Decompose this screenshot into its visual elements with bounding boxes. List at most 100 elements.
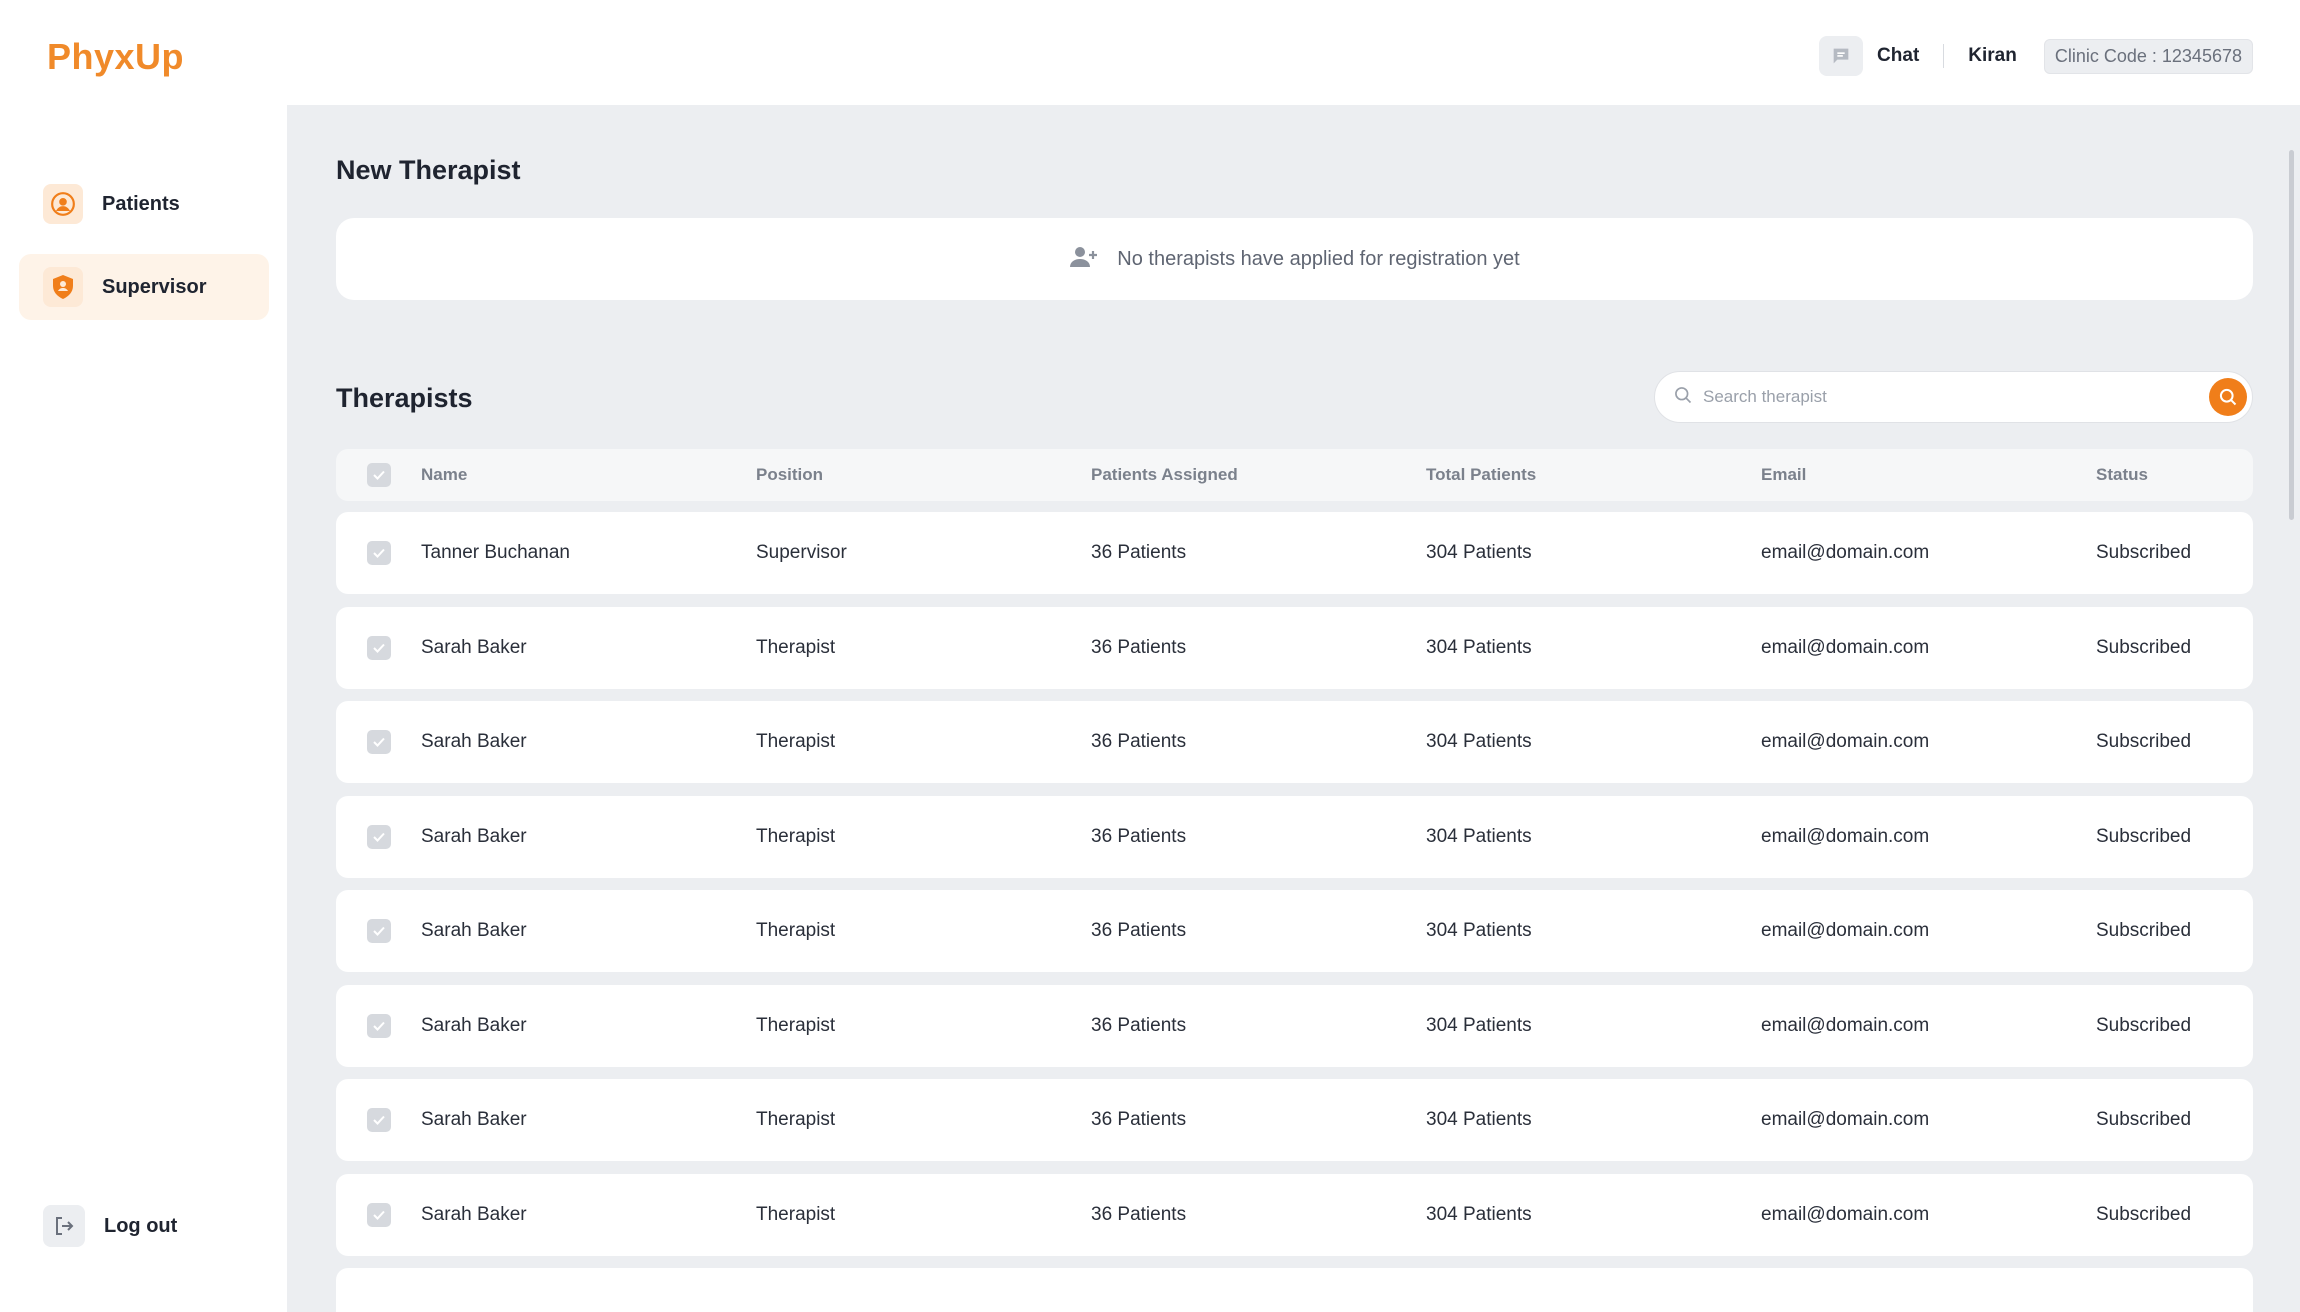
check-icon	[373, 1115, 385, 1125]
search-icon	[1673, 385, 1693, 410]
therapist-email: email@domain.com	[1761, 542, 1930, 563]
therapist-name: Sarah Baker	[421, 731, 527, 752]
therapist-email: email@domain.com	[1761, 1014, 1930, 1036]
app-logo[interactable]: PhyxUp	[47, 36, 184, 78]
check-icon	[373, 926, 385, 936]
therapist-email: email@domain.com	[1761, 825, 1930, 847]
subscription-status: Subscribed	[2096, 1014, 2192, 1036]
table-row[interactable]: Tanner Buchanan Supervisor 36 Patients 304 …	[336, 512, 2253, 594]
table-row[interactable]: Sarah Baker Therapist 36 Patients 304 Patie…	[336, 795, 2253, 878]
new-therapist-title: New Therapist	[336, 155, 521, 185]
sidebar-item-label: Supervisor	[102, 275, 207, 298]
therapist-position: Supervisor	[756, 542, 847, 563]
patients-assigned: 36 Patients	[1091, 731, 1187, 752]
empty-message: No therapists have applied for registrat…	[1117, 247, 1520, 270]
check-icon	[373, 737, 385, 747]
therapist-position: Therapist	[756, 920, 836, 941]
patients-assigned: 36 Patients	[1091, 636, 1187, 658]
table-row[interactable]: Sarah Baker Therapist 36 Patients 304 Patie…	[336, 1079, 2253, 1161]
top-right-controls: Chat Kiran Clinic Code : 12345678	[1819, 36, 2253, 76]
therapist-email: email@domain.com	[1761, 636, 1930, 658]
search-icon	[2219, 388, 2237, 406]
therapist-email: email@domain.com	[1761, 1109, 1930, 1130]
therapist-position: Therapist	[756, 731, 836, 752]
search-therapist-field	[1654, 371, 2253, 423]
column-header-total-patients[interactable]: Total Patients	[1426, 465, 1536, 485]
total-patients: 304 Patients	[1426, 636, 1532, 658]
subscription-status: Subscribed	[2096, 731, 2192, 752]
row-checkbox[interactable]	[367, 1013, 391, 1038]
row-checkbox[interactable]	[367, 919, 391, 943]
sidebar-item-supervisor[interactable]: Supervisor	[19, 254, 269, 320]
patients-assigned: 36 Patients	[1091, 1203, 1187, 1225]
select-all-checkbox[interactable]	[367, 463, 391, 487]
shield-icon	[43, 267, 83, 307]
column-header-patients-assigned[interactable]: Patients Assigned	[1091, 465, 1238, 485]
scrollbar[interactable]	[2289, 150, 2294, 520]
therapist-name: Sarah Baker	[421, 1014, 527, 1036]
table-row[interactable]: Sarah Baker Therapist 36 Patients 304 Patie…	[336, 701, 2253, 783]
therapist-position: Therapist	[756, 636, 836, 658]
patients-assigned: 36 Patients	[1091, 1109, 1187, 1130]
check-icon	[373, 832, 385, 842]
row-checkbox[interactable]	[367, 1108, 391, 1132]
table-row[interactable]: Sarah Baker Therapist 36 Patients 304 Patie…	[336, 1173, 2253, 1256]
row-checkbox[interactable]	[367, 824, 391, 849]
therapist-name: Sarah Baker	[421, 825, 527, 847]
add-user-icon	[1069, 245, 1099, 274]
check-icon	[373, 1210, 385, 1220]
therapist-position: Therapist	[756, 1203, 836, 1225]
clinic-code-badge: Clinic Code : 12345678	[2043, 38, 2253, 74]
user-name[interactable]: Kiran	[1968, 45, 2017, 67]
sidebar: Patients Supervisor Log out	[0, 105, 287, 1312]
total-patients: 304 Patients	[1426, 1203, 1532, 1225]
sidebar-item-patients[interactable]: Patients	[19, 171, 269, 237]
therapist-name: Tanner Buchanan	[421, 542, 570, 563]
therapist-name: Sarah Baker	[421, 920, 527, 941]
column-header-status[interactable]: Status	[2096, 465, 2148, 485]
therapist-name: Sarah Baker	[421, 1109, 527, 1130]
user-circle-icon	[43, 184, 83, 224]
check-icon	[373, 643, 385, 653]
column-header-name[interactable]: Name	[421, 465, 467, 485]
table-row[interactable]: Sarah Baker Therapist 36 Patients 304 Patie…	[336, 890, 2253, 972]
column-header-email[interactable]: Email	[1761, 465, 1806, 485]
table-row[interactable]	[336, 1268, 2253, 1312]
patients-assigned: 36 Patients	[1091, 1014, 1187, 1036]
row-checkbox[interactable]	[367, 730, 391, 754]
total-patients: 304 Patients	[1426, 920, 1532, 941]
logout-button[interactable]: Log out	[43, 1205, 177, 1247]
table-header: Name Position Patients Assigned Total Pa…	[336, 449, 2253, 501]
check-icon	[373, 1021, 385, 1031]
search-button[interactable]	[2209, 378, 2247, 416]
total-patients: 304 Patients	[1426, 1014, 1532, 1036]
chat-button[interactable]: Chat	[1819, 36, 1919, 76]
subscription-status: Subscribed	[2096, 636, 2192, 658]
table-row[interactable]: Sarah Baker Therapist 36 Patients 304 Patie…	[336, 606, 2253, 689]
subscription-status: Subscribed	[2096, 825, 2192, 847]
total-patients: 304 Patients	[1426, 542, 1532, 563]
therapist-position: Therapist	[756, 1014, 836, 1036]
patients-assigned: 36 Patients	[1091, 542, 1187, 563]
subscription-status: Subscribed	[2096, 1109, 2192, 1130]
therapist-name: Sarah Baker	[421, 636, 527, 658]
row-checkbox[interactable]	[367, 635, 391, 660]
column-header-position[interactable]: Position	[756, 465, 823, 485]
sidebar-item-label: Patients	[102, 192, 180, 215]
table-row[interactable]: Sarah Baker Therapist 36 Patients 304 Patie…	[336, 984, 2253, 1067]
search-input[interactable]	[1703, 387, 2209, 407]
chat-label: Chat	[1877, 45, 1920, 66]
row-checkbox[interactable]	[367, 541, 391, 565]
therapist-email: email@domain.com	[1761, 1203, 1930, 1225]
subscription-status: Subscribed	[2096, 542, 2192, 563]
chat-icon	[1819, 36, 1864, 76]
subscription-status: Subscribed	[2096, 1203, 2192, 1225]
total-patients: 304 Patients	[1426, 1109, 1532, 1130]
therapists-title: Therapists	[336, 383, 473, 413]
logout-label: Log out	[104, 1214, 178, 1237]
top-bar: PhyxUp Chat Kiran Clinic Code : 12345678	[0, 0, 2300, 105]
divider	[1943, 44, 1945, 68]
therapist-position: Therapist	[756, 1109, 836, 1130]
row-checkbox[interactable]	[367, 1202, 391, 1227]
patients-assigned: 36 Patients	[1091, 920, 1187, 941]
